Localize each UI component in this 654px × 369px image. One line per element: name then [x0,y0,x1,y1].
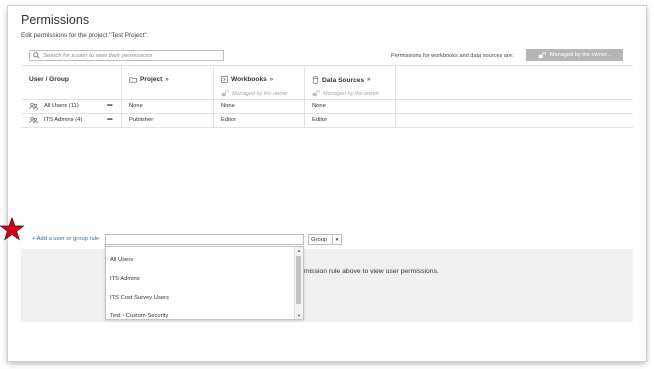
chevron-down-icon: ▼ [332,235,341,244]
permissions-dialog: Permissions Edit permissions for the pro… [8,6,646,361]
dropdown-option[interactable]: ITS Admins [110,276,140,282]
rule-type-value: Group [311,236,328,243]
user-search[interactable] [29,50,224,61]
page-title: Permissions [21,13,90,27]
data-sources-managed-note: Managed by the owner [312,90,379,97]
workbooks-managed-note: Managed by the owner [221,90,288,97]
column-header-project[interactable]: Project » [129,76,169,83]
lock-icon [221,90,229,97]
column-header-user-group: User / Group [29,76,69,83]
scroll-down-icon[interactable]: ▼ [295,313,303,318]
row-workbooks: None [221,103,235,109]
star-marker-icon [0,217,24,241]
page-subtitle: Edit permissions for the project "Test P… [21,32,149,39]
column-header-workbooks[interactable]: Workbooks » [221,76,273,83]
dropdown-option[interactable]: Test - Custom Security [110,313,168,319]
permissions-table: User / Group Project » Workbooks » Manag… [21,65,633,128]
permissions-scope-label: Permissions for workbooks and data sourc… [391,53,514,59]
folder-icon [129,77,137,83]
search-icon [33,52,40,59]
scrollbar-thumb[interactable] [296,256,301,304]
managed-by-owner-button[interactable]: Managed by the owner... [526,49,623,61]
user-group-dropdown[interactable]: All Users ITS Admins ITS Cost Survey Use… [105,246,304,320]
row-more-icon[interactable]: ••• [107,116,113,123]
row-data-sources: None [312,103,326,109]
row-name: ITS Admins (4) [44,117,83,123]
scroll-up-icon[interactable]: ▲ [295,248,303,253]
row-project[interactable]: Publisher [129,117,153,123]
user-search-input[interactable] [43,52,213,59]
expand-data-sources-icon: » [367,77,371,83]
add-user-group-rule-link[interactable]: + Add a user or group rule [32,236,99,242]
rule-name-input[interactable] [105,234,304,245]
dropdown-option[interactable]: ITS Cost Survey Users [110,295,169,301]
database-icon [312,76,319,84]
group-icon [29,116,38,124]
expand-project-icon: » [165,76,169,83]
workbook-icon [221,76,228,83]
row-more-icon[interactable]: ••• [107,102,113,109]
row-project[interactable]: None [129,103,143,109]
empty-state-hint: mission rule above to view user permissi… [304,268,439,275]
row-name: All Users (11) [44,103,79,109]
lock-icon [312,90,320,97]
rule-type-select[interactable]: Group ▼ [308,234,342,245]
lock-icon [538,51,546,58]
row-workbooks: Editor [221,117,237,123]
expand-workbooks-icon: » [269,76,274,83]
managed-by-owner-label: Managed by the owner... [549,52,612,58]
dropdown-scrollbar[interactable]: ▲ ▼ [294,247,303,319]
group-icon [29,102,38,110]
column-header-data-sources[interactable]: Data Sources » [312,76,371,84]
dropdown-option[interactable]: All Users [110,257,133,263]
row-data-sources: Editor [312,117,328,123]
